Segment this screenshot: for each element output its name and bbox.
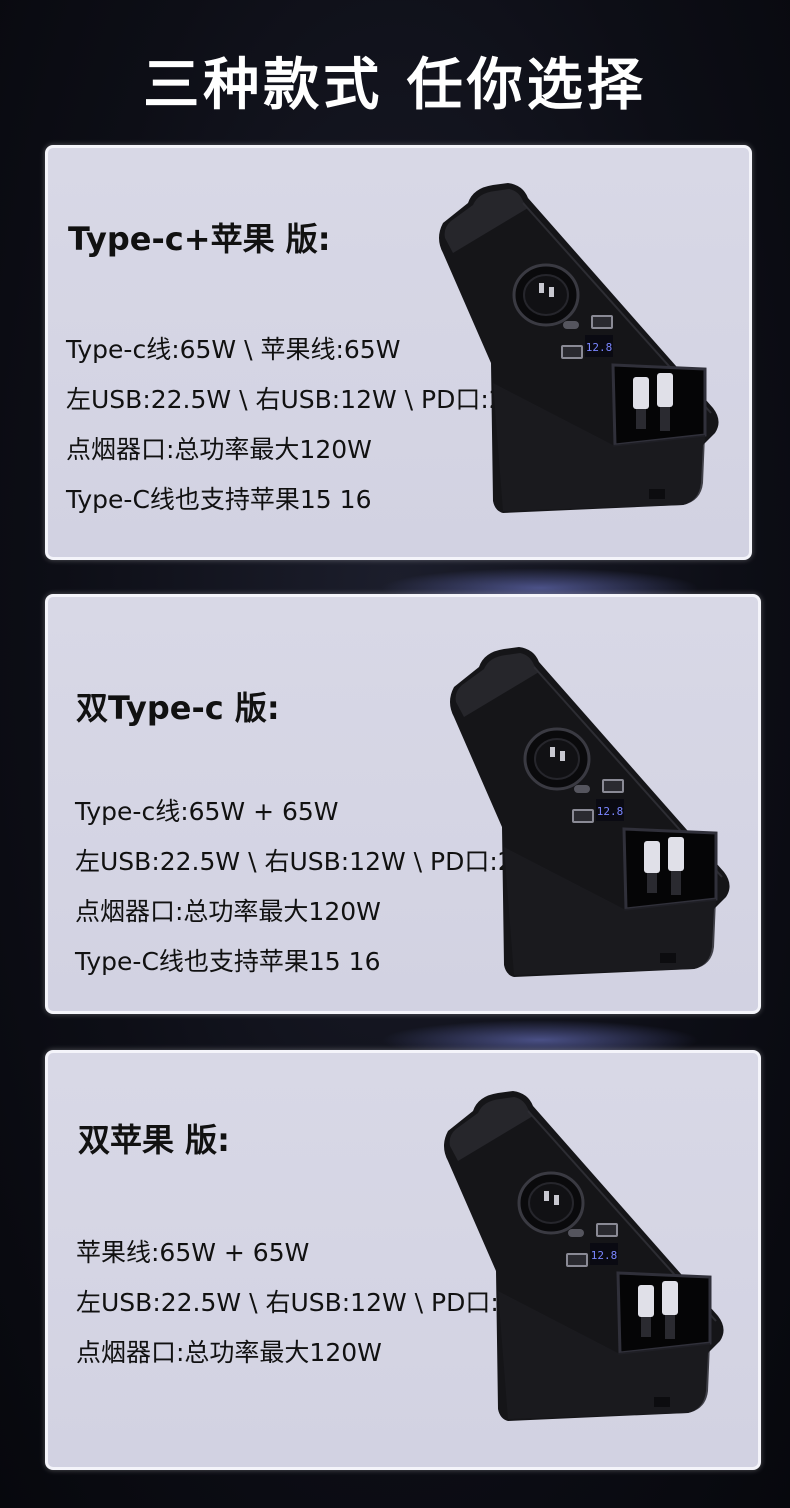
variant-card-dual-apple: 双苹果 版: 苹果线:65W + 65W 左USB:22.5W \ 右USB:1… [45,1050,761,1470]
charger-product-image [448,647,732,977]
variant-card-dual-typec: 双Type-c 版: Type-c线:65W + 65W 左USB:22.5W … [45,594,761,1014]
spec-lighter-power: 点烟器口:总功率最大120W [76,1338,382,1367]
spec-cable-power: 苹果线:65W + 65W [76,1238,310,1267]
charger-product-image [437,183,721,513]
card-title: 双Type-c 版: [76,689,280,727]
spec-iphone-support: Type-C线也支持苹果15 16 [75,947,381,976]
card-title: 双苹果 版: [78,1121,230,1159]
charger-product-image [442,1091,726,1421]
spec-lighter-power: 点烟器口:总功率最大120W [75,897,381,926]
spec-lighter-power: 点烟器口:总功率最大120W [66,435,372,464]
spec-cable-power: Type-c线:65W \ 苹果线:65W [66,335,401,364]
page-headline: 三种款式 任你选择 [143,53,647,118]
variant-card-typec-apple: Type-c+苹果 版: Type-c线:65W \ 苹果线:65W 左USB:… [45,145,752,560]
spec-cable-power: Type-c线:65W + 65W [75,797,339,826]
spec-iphone-support: Type-C线也支持苹果15 16 [66,485,372,514]
card-title: Type-c+苹果 版: [68,220,331,258]
